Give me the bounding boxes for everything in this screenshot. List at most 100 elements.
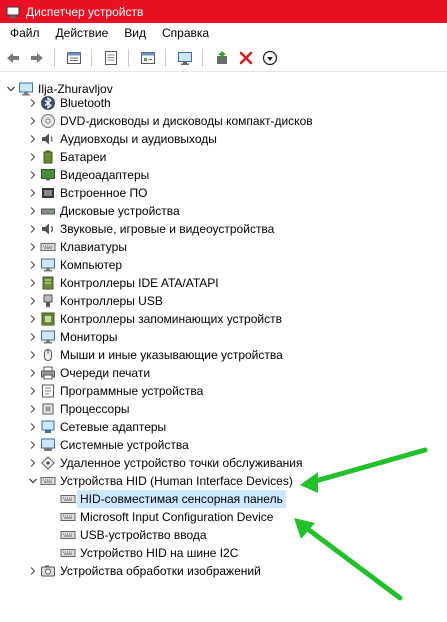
chevron-down-icon[interactable] <box>26 472 40 490</box>
chevron-right-icon[interactable] <box>26 112 40 130</box>
properties-icon[interactable] <box>63 47 85 69</box>
speaker-icon <box>40 131 56 147</box>
tree-category[interactable]: Контроллеры USB <box>26 292 163 310</box>
tree-category-label: Контроллеры IDE ATA/ATAPI <box>60 276 219 290</box>
tree-category[interactable]: Мыши и иные указывающие устройства <box>26 346 283 364</box>
tree-category-label: Программные устройства <box>60 384 204 398</box>
update-driver-icon[interactable] <box>137 47 159 69</box>
tree-category[interactable]: Видеоадаптеры <box>26 166 149 184</box>
tree-device[interactable]: USB-устройство ввода <box>60 526 207 544</box>
tree-category-label: Процессоры <box>60 402 130 416</box>
menu-action[interactable]: Действие <box>48 23 117 44</box>
device-tree: Ilja-Zhuravljov Bluetooth DVD-дисководы … <box>0 74 447 622</box>
tree-category[interactable]: Контроллеры IDE ATA/ATAPI <box>26 274 219 292</box>
storage-controller-icon <box>40 311 56 327</box>
processor-icon <box>40 401 56 417</box>
tree-category-label: Контроллеры запоминающих устройств <box>60 312 282 326</box>
tree-category-label: Очереди печати <box>60 366 151 380</box>
scan-hardware-icon[interactable] <box>174 47 196 69</box>
ide-controller-icon <box>40 275 56 291</box>
chevron-right-icon[interactable] <box>26 184 40 202</box>
toolbar-separator <box>202 48 203 67</box>
network-adapter-icon <box>40 419 56 435</box>
chevron-right-icon[interactable] <box>26 562 40 580</box>
tree-device[interactable]: Microsoft Input Configuration Device <box>60 508 273 526</box>
chevron-right-icon[interactable] <box>26 382 40 400</box>
tree-category[interactable]: Звуковые, игровые и видеоустройства <box>26 220 274 238</box>
chevron-right-icon[interactable] <box>26 310 40 328</box>
tree-category[interactable]: Программные устройства <box>26 382 203 400</box>
menu-bar: Файл Действие Вид Справка <box>0 23 447 44</box>
tree-category-label: Компьютер <box>60 258 123 272</box>
device-manager-icon <box>6 5 20 19</box>
tree-category[interactable]: Клавиатуры <box>26 238 127 256</box>
bluetooth-icon <box>40 95 56 111</box>
chevron-right-icon[interactable] <box>26 418 40 436</box>
tree-category-label: Удаленное устройство точки обслуживания <box>60 456 303 470</box>
tree-category[interactable]: Очереди печати <box>26 364 150 382</box>
chevron-right-icon[interactable] <box>26 166 40 184</box>
chevron-right-icon[interactable] <box>26 364 40 382</box>
menu-help[interactable]: Справка <box>154 23 217 44</box>
menu-file[interactable]: Файл <box>0 23 48 44</box>
enable-device-icon[interactable] <box>211 47 233 69</box>
tree-category-expanded[interactable]: Устройства HID (Human Interface Devices) <box>26 472 293 490</box>
back-arrow-icon[interactable] <box>2 47 24 69</box>
chevron-right-icon[interactable] <box>26 436 40 454</box>
tree-category-label: Встроенное ПО <box>60 186 148 200</box>
uninstall-device-icon[interactable] <box>235 47 257 69</box>
printer-icon <box>40 365 56 381</box>
tree-category[interactable]: Bluetooth <box>26 94 111 112</box>
chevron-right-icon[interactable] <box>26 130 40 148</box>
tree-category[interactable]: DVD-дисководы и дисководы компакт-дисков <box>26 112 313 130</box>
tree-category[interactable]: Встроенное ПО <box>26 184 147 202</box>
tree-category[interactable]: Контроллеры запоминающих устройств <box>26 310 282 328</box>
chevron-right-icon[interactable] <box>26 328 40 346</box>
computer-icon <box>40 257 56 273</box>
tree-category-label: Bluetooth <box>60 96 111 110</box>
software-device-icon <box>40 383 56 399</box>
tree-category-label: Мыши и иные указывающие устройства <box>60 348 283 362</box>
tree-category[interactable]: Сетевые адаптеры <box>26 418 166 436</box>
tree-category[interactable]: Батареи <box>26 148 106 166</box>
tree-category[interactable]: Аудиовходы и аудиовыходы <box>26 130 217 148</box>
tree-category-label: Дисковые устройства <box>60 204 180 218</box>
tree-category[interactable]: Удаленное устройство точки обслуживания <box>26 454 302 472</box>
chevron-down-icon[interactable] <box>4 80 18 98</box>
help-icon[interactable] <box>100 47 122 69</box>
tree-category[interactable]: Компьютер <box>26 256 122 274</box>
tree-device-label: HID-совместимая сенсорная панель <box>77 490 286 508</box>
chevron-right-icon[interactable] <box>26 400 40 418</box>
tree-device-selected[interactable]: HID-совместимая сенсорная панель <box>60 490 286 508</box>
tree-category-label: Аудиовходы и аудиовыходы <box>60 132 217 146</box>
forward-arrow-icon[interactable] <box>26 47 48 69</box>
tree-category-label: Видеоадаптеры <box>60 168 150 182</box>
title-bar: Диспетчер устройств <box>0 0 447 23</box>
chevron-right-icon[interactable] <box>26 238 40 256</box>
chevron-right-icon[interactable] <box>26 274 40 292</box>
chevron-right-icon[interactable] <box>26 202 40 220</box>
monitor-icon <box>40 329 56 345</box>
service-point-icon <box>40 455 56 471</box>
tree-category-label: DVD-дисководы и дисководы компакт-дисков <box>60 114 313 128</box>
tree-category[interactable]: Устройства обработки изображений <box>26 562 261 580</box>
hid-device-icon <box>60 527 76 543</box>
tree-category[interactable]: Мониторы <box>26 328 117 346</box>
chevron-right-icon[interactable] <box>26 454 40 472</box>
system-devices-icon <box>40 437 56 453</box>
firmware-icon <box>40 185 56 201</box>
tree-device[interactable]: Устройство HID на шине I2C <box>60 544 238 562</box>
disable-device-icon[interactable] <box>259 47 281 69</box>
tree-category[interactable]: Процессоры <box>26 400 130 418</box>
menu-view[interactable]: Вид <box>116 23 154 44</box>
chevron-right-icon[interactable] <box>26 346 40 364</box>
tree-category[interactable]: Системные устройства <box>26 436 189 454</box>
tree-category-label: Сетевые адаптеры <box>60 420 167 434</box>
chevron-right-icon[interactable] <box>26 292 40 310</box>
chevron-right-icon[interactable] <box>26 148 40 166</box>
imaging-device-icon <box>40 563 56 579</box>
chevron-right-icon[interactable] <box>26 256 40 274</box>
chevron-right-icon[interactable] <box>26 220 40 238</box>
chevron-right-icon[interactable] <box>26 94 40 112</box>
tree-category[interactable]: Дисковые устройства <box>26 202 180 220</box>
